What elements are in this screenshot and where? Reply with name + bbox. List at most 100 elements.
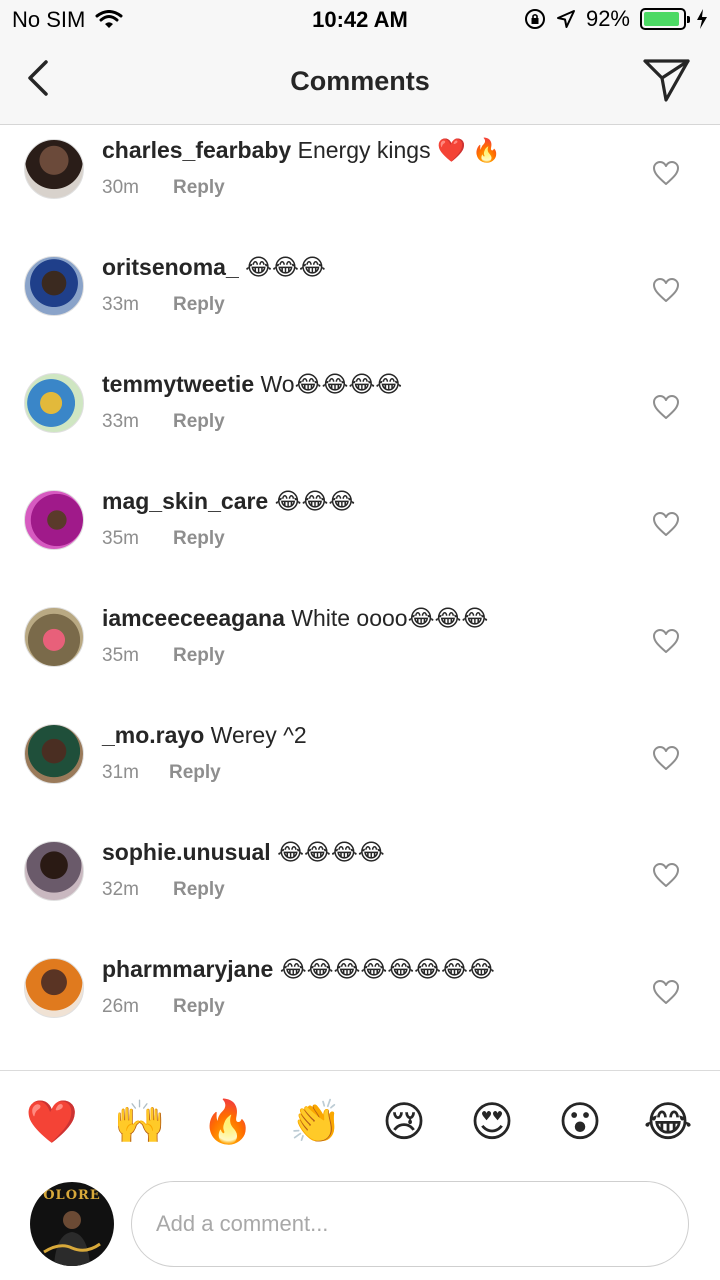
comment-username[interactable]: iamceeceeagana: [102, 605, 285, 631]
comment-text: pharmmaryjane 😂😂😂😂😂😂😂😂: [102, 954, 495, 984]
reply-button[interactable]: Reply: [173, 996, 225, 1018]
like-button[interactable]: [652, 277, 680, 303]
heart-outline-icon: [653, 980, 679, 1004]
comment-meta: 32m Reply: [102, 879, 225, 901]
comment-username[interactable]: oritsenoma_: [102, 254, 239, 280]
comment-username[interactable]: mag_skin_care: [102, 488, 268, 514]
comment-item: charles_fearbaby Energy kings ❤️ 🔥 30m R…: [0, 125, 720, 242]
avatar[interactable]: [24, 724, 84, 784]
avatar[interactable]: [24, 256, 84, 316]
composer-divider: [0, 1070, 720, 1071]
share-button[interactable]: [642, 56, 692, 104]
reply-button[interactable]: Reply: [173, 645, 225, 667]
comment-item: _mo.rayo Werey ^2 31m Reply: [0, 710, 720, 827]
paper-plane-icon: [643, 59, 690, 102]
emoji-crying-button[interactable]: 😢: [372, 1092, 436, 1152]
comment-time: 33m: [102, 411, 139, 432]
location-arrow-icon: [556, 10, 575, 28]
battery-level: [644, 12, 679, 26]
comment-meta: 30m Reply: [102, 177, 225, 199]
my-avatar: OLORE: [30, 1182, 114, 1266]
heart-outline-icon: [653, 278, 679, 302]
comment-item: pharmmaryjane 😂😂😂😂😂😂😂😂 26m Reply: [0, 944, 720, 1061]
comment-meta: 35m Reply: [102, 645, 225, 667]
quick-emoji-bar: ❤️ 🙌 🔥 👏 😢 😍 😮 😂: [0, 1092, 720, 1156]
battery-cap: [687, 16, 690, 23]
comment-body: Wo😂😂😂😂: [260, 371, 403, 397]
avatar-figure: [43, 1211, 101, 1266]
comment-text: oritsenoma_ 😂😂😂: [102, 252, 326, 282]
comment-time: 32m: [102, 879, 139, 900]
reply-button[interactable]: Reply: [173, 177, 225, 199]
comment-text: iamceeceeagana White oooo😂😂😂: [102, 603, 488, 633]
reply-button[interactable]: Reply: [173, 879, 225, 901]
comment-time: 35m: [102, 528, 139, 549]
like-button[interactable]: [652, 745, 680, 771]
comment-meta: 33m Reply: [102, 294, 225, 316]
comment-body: White oooo😂😂😂: [291, 605, 489, 631]
emoji-laughing-button[interactable]: 😂: [636, 1092, 700, 1152]
reply-button[interactable]: Reply: [173, 528, 225, 550]
heart-outline-icon: [653, 512, 679, 536]
comment-body: 😂😂😂: [245, 254, 326, 280]
avatar[interactable]: [24, 958, 84, 1018]
emoji-fire-button[interactable]: 🔥: [196, 1092, 260, 1152]
comment-username[interactable]: sophie.unusual: [102, 839, 271, 865]
emoji-heart-eyes-button[interactable]: 😍: [460, 1092, 524, 1152]
like-button[interactable]: [652, 862, 680, 888]
comment-text: temmytweetie Wo😂😂😂😂: [102, 369, 402, 399]
orientation-lock-icon: [524, 9, 545, 29]
like-button[interactable]: [652, 511, 680, 537]
reply-button[interactable]: Reply: [173, 294, 225, 316]
comment-username[interactable]: _mo.rayo: [102, 722, 204, 748]
comment-meta: 31m Reply: [102, 762, 221, 784]
emoji-raised-hands-button[interactable]: 🙌: [108, 1092, 172, 1152]
comment-time: 33m: [102, 294, 139, 315]
comment-body: 😂😂😂😂: [277, 839, 385, 865]
like-button[interactable]: [652, 394, 680, 420]
comment-time: 30m: [102, 177, 139, 198]
like-button[interactable]: [652, 979, 680, 1005]
charging-bolt-icon: [697, 9, 707, 29]
comment-meta: 26m Reply: [102, 996, 225, 1018]
emoji-heart-button[interactable]: ❤️: [20, 1092, 84, 1152]
comment-body: Werey ^2: [210, 722, 307, 748]
reply-button[interactable]: Reply: [169, 762, 221, 784]
comment-body: 😂😂😂: [274, 488, 356, 514]
comment-username[interactable]: charles_fearbaby: [102, 137, 291, 163]
emoji-clap-button[interactable]: 👏: [284, 1092, 348, 1152]
comment-meta: 33m Reply: [102, 411, 225, 433]
like-button[interactable]: [652, 160, 680, 186]
status-right: 92%: [524, 6, 708, 32]
comment-text: charles_fearbaby Energy kings ❤️ 🔥: [102, 135, 501, 165]
comment-username[interactable]: temmytweetie: [102, 371, 254, 397]
comment-text: sophie.unusual 😂😂😂😂: [102, 837, 385, 867]
avatar[interactable]: [24, 607, 84, 667]
reply-button[interactable]: Reply: [173, 411, 225, 433]
avatar[interactable]: [24, 490, 84, 550]
comment-text: _mo.rayo Werey ^2: [102, 720, 307, 750]
heart-outline-icon: [653, 629, 679, 653]
nav-bar: Comments: [0, 40, 720, 125]
like-button[interactable]: [652, 628, 680, 654]
heart-outline-icon: [653, 746, 679, 770]
comment-item: temmytweetie Wo😂😂😂😂 33m Reply: [0, 359, 720, 476]
avatar[interactable]: [24, 841, 84, 901]
heart-outline-icon: [653, 863, 679, 887]
avatar[interactable]: [24, 373, 84, 433]
heart-outline-icon: [653, 161, 679, 185]
status-bar: No SIM 10:42 AM 92%: [0, 0, 720, 40]
comment-body: 😂😂😂😂😂😂😂😂: [279, 956, 495, 982]
comment-item: mag_skin_care 😂😂😂 35m Reply: [0, 476, 720, 593]
battery-icon: [640, 8, 690, 30]
comment-item: sophie.unusual 😂😂😂😂 32m Reply: [0, 827, 720, 944]
comment-item: iamceeceeagana White oooo😂😂😂 35m Reply: [0, 593, 720, 710]
comment-username[interactable]: pharmmaryjane: [102, 956, 273, 982]
avatar[interactable]: [24, 139, 84, 199]
emoji-surprised-button[interactable]: 😮: [548, 1092, 612, 1152]
comment-text: mag_skin_care 😂😂😂: [102, 486, 355, 516]
comment-time: 26m: [102, 996, 139, 1017]
comments-list: charles_fearbaby Energy kings ❤️ 🔥 30m R…: [0, 125, 720, 1070]
comment-body: Energy kings ❤️ 🔥: [297, 137, 501, 163]
comment-input[interactable]: [131, 1181, 689, 1267]
